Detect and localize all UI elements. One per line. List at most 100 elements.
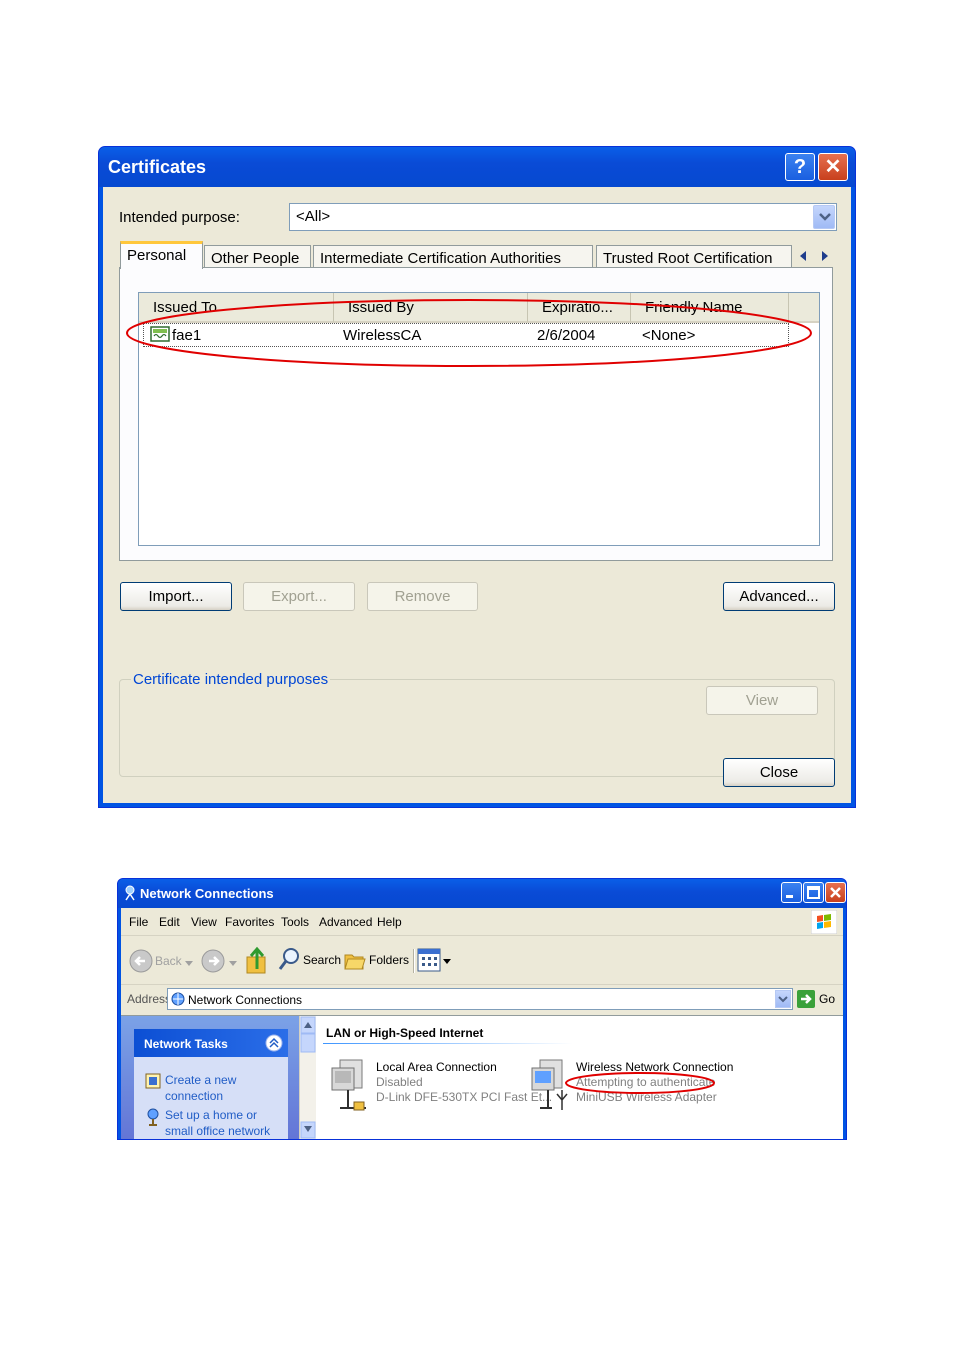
wireless-network-connection-item[interactable]: Wireless Network Connection Attempting t… <box>526 1056 733 1116</box>
toolbar-separator <box>413 949 415 973</box>
advanced-button[interactable]: Advanced... <box>723 582 835 611</box>
column-header-friendly-name[interactable]: Friendly Name <box>631 293 789 323</box>
network-connections-window: Network Connections File Edit View Favor… <box>117 878 847 1140</box>
certificates-body: Intended purpose: <All> Personal Other P… <box>103 187 851 803</box>
forward-arrow-icon <box>201 949 225 973</box>
connection-status: Attempting to authenticate <box>576 1075 716 1089</box>
back-arrow-icon <box>129 949 153 973</box>
dropdown-button[interactable] <box>813 205 835 229</box>
address-dropdown-button[interactable] <box>775 990 791 1008</box>
column-header-expiration[interactable]: Expiratio... <box>528 293 631 323</box>
export-button[interactable]: Export... <box>243 582 355 611</box>
up-folder-icon <box>246 946 266 974</box>
column-header-issued-by[interactable]: Issued By <box>334 293 528 323</box>
close-button[interactable]: Close <box>723 758 835 787</box>
menu-advanced[interactable]: Advanced <box>319 915 372 929</box>
table-row[interactable]: fae1 WirelessCA 2/6/2004 <None> <box>143 323 789 347</box>
forward-button[interactable] <box>201 947 237 975</box>
intended-purposes-label: Certificate intended purposes <box>131 671 331 688</box>
tab-label: Personal <box>127 247 187 264</box>
toolbar: Back Search Folders <box>121 937 843 985</box>
maximize-icon <box>807 886 820 899</box>
tab-scroll-right-icon[interactable] <box>822 251 828 261</box>
search-icon <box>278 948 299 970</box>
cell-expiration: 2/6/2004 <box>537 327 596 344</box>
network-connections-body: File Edit View Favorites Tools Advanced … <box>121 908 843 1139</box>
minimize-icon <box>786 895 793 898</box>
menu-favorites[interactable]: Favorites <box>225 915 274 929</box>
address-input[interactable]: Network Connections <box>167 988 793 1010</box>
new-connection-icon <box>145 1073 161 1089</box>
local-area-connection-item[interactable]: Local Area Connection Disabled D-Link DF… <box>326 1056 552 1116</box>
menu-view[interactable]: View <box>191 915 217 929</box>
certificates-title: Certificates <box>108 157 207 177</box>
tab-label: Trusted Root Certification <box>603 250 773 267</box>
tab-label: Intermediate Certification Authorities <box>320 250 561 267</box>
help-button[interactable]: ? <box>785 153 815 181</box>
home-network-icon <box>147 1108 159 1126</box>
view-button[interactable]: View <box>706 686 818 715</box>
folders-button[interactable]: Folders <box>343 945 409 975</box>
views-button[interactable] <box>417 945 451 975</box>
column-header-filler <box>789 293 819 323</box>
back-label: Back <box>155 954 182 968</box>
windows-logo-icon <box>811 910 837 934</box>
certificate-list[interactable]: Issued To Issued By Expiratio... Friendl… <box>138 292 820 546</box>
go-button[interactable]: Go <box>797 988 841 1010</box>
intended-purpose-select[interactable]: <All> <box>289 203 837 231</box>
certificate-icon <box>150 326 170 342</box>
network-connections-content: Network Tasks Create a new connection Se… <box>121 1015 843 1139</box>
sidebar-scrollbar[interactable] <box>299 1016 316 1139</box>
folders-icon <box>344 954 366 970</box>
views-icon <box>417 948 441 972</box>
back-button[interactable]: Back <box>129 947 193 975</box>
maximize-button[interactable] <box>803 882 824 903</box>
network-connections-icon <box>125 885 135 901</box>
tab-scroll-left-icon[interactable] <box>800 251 806 261</box>
menu-file[interactable]: File <box>129 915 148 929</box>
network-connections-title: Network Connections <box>140 886 274 901</box>
menu-help[interactable]: Help <box>377 915 402 929</box>
certificates-dialog: Certificates ? ✕ Intended purpose: <All>… <box>98 146 856 808</box>
chevron-down-icon <box>819 213 831 221</box>
connection-device: MiniUSB Wireless Adapter <box>576 1090 717 1104</box>
search-button[interactable]: Search <box>277 945 342 975</box>
network-connections-icon <box>171 992 185 1006</box>
setup-home-network-link[interactable]: Set up a home or small office network <box>165 1107 277 1139</box>
tab-intermediate-authorities[interactable]: Intermediate Certification Authorities <box>313 245 593 269</box>
menu-tools[interactable]: Tools <box>281 915 309 929</box>
network-connections-titlebar[interactable]: Network Connections <box>118 879 846 908</box>
close-window-button[interactable]: ✕ <box>818 153 848 181</box>
group-heading: LAN or High-Speed Internet <box>326 1026 484 1040</box>
close-icon: ✕ <box>824 156 842 178</box>
address-value: Network Connections <box>188 993 303 1007</box>
go-arrow-icon <box>797 990 815 1008</box>
scrollbar-graphic <box>300 1016 316 1139</box>
import-button[interactable]: Import... <box>120 582 232 611</box>
remove-button[interactable]: Remove <box>367 582 478 611</box>
menu-edit[interactable]: Edit <box>159 915 180 929</box>
views-dropdown-icon <box>443 959 451 964</box>
tab-other-people[interactable]: Other People <box>204 245 311 269</box>
search-label: Search <box>303 953 342 967</box>
certificates-titlebar[interactable]: Certificates ? ✕ <box>99 147 855 187</box>
minimize-button[interactable] <box>781 882 802 903</box>
cell-friendly-name: <None> <box>642 327 696 344</box>
column-header-issued-to[interactable]: Issued To <box>139 293 334 323</box>
up-folder-button[interactable] <box>245 945 269 975</box>
connection-status: Disabled <box>376 1075 423 1089</box>
help-icon: ? <box>793 156 807 178</box>
tab-trusted-root[interactable]: Trusted Root Certification <box>596 245 792 269</box>
create-new-connection-link[interactable]: Create a new connection <box>165 1072 277 1104</box>
close-window-button[interactable] <box>825 882 846 903</box>
tab-personal[interactable]: Personal <box>120 241 203 269</box>
intended-purpose-value: <All> <box>296 208 331 225</box>
menu-bar: File Edit View Favorites Tools Advanced … <box>121 908 843 936</box>
network-tasks-header[interactable]: Network Tasks <box>134 1029 288 1057</box>
task-sidebar: Network Tasks Create a new connection Se… <box>121 1016 299 1139</box>
collapse-chevron-icon[interactable] <box>265 1034 283 1052</box>
chevron-down-icon <box>778 996 788 1003</box>
network-tasks-panel: Network Tasks Create a new connection Se… <box>134 1029 288 1139</box>
tab-label: Other People <box>211 250 300 267</box>
wireless-connection-icon <box>531 1059 568 1110</box>
